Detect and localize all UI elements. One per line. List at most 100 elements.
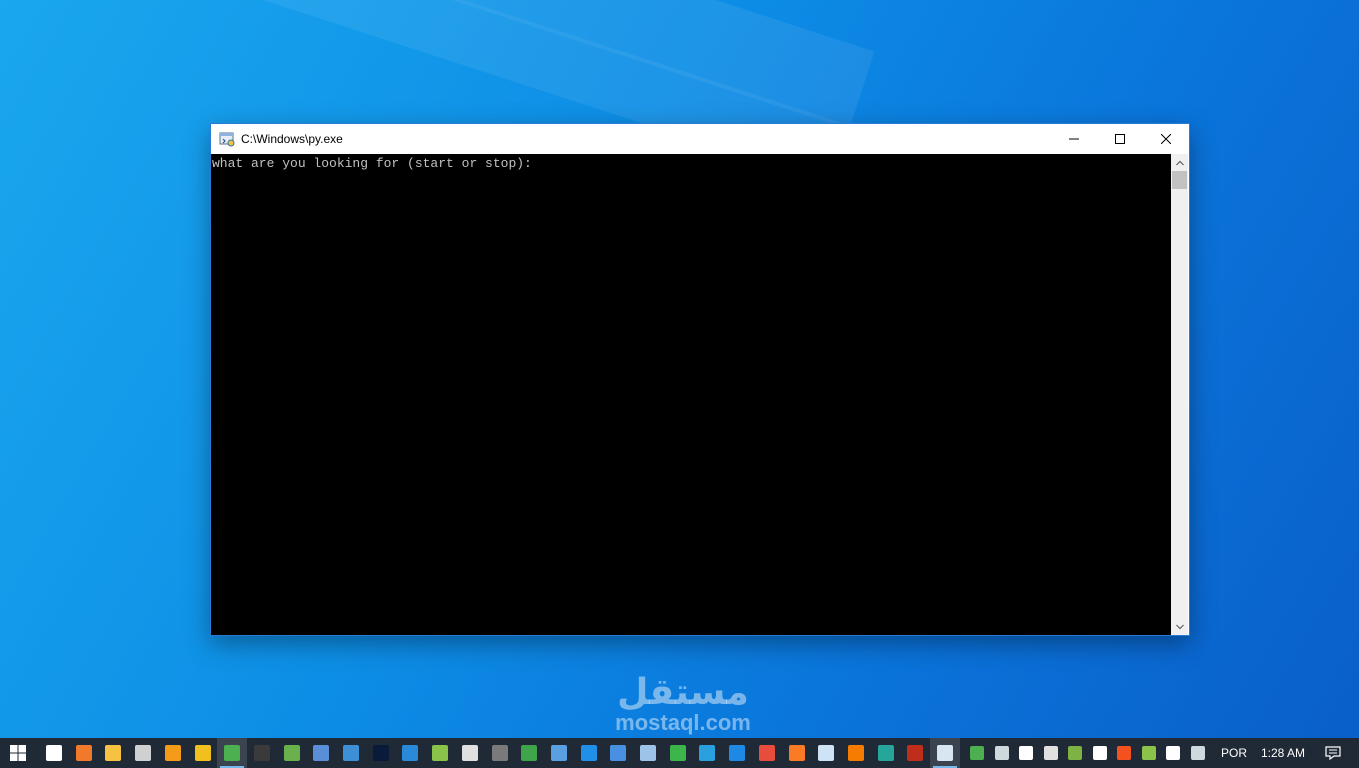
app-green-tray-tray-button[interactable] xyxy=(1064,738,1086,768)
taskbar-network-button[interactable] xyxy=(633,738,663,768)
remote-desktop-icon xyxy=(283,745,300,761)
taskbar-app-blue-button[interactable] xyxy=(336,738,366,768)
wireshark-icon xyxy=(729,745,746,761)
taskbar-sublime-text-button[interactable] xyxy=(158,738,188,768)
taskbar-camtasia-button[interactable] xyxy=(663,738,693,768)
app-tray-tray-button[interactable] xyxy=(1040,738,1062,768)
app-lime-tray-icon xyxy=(1141,746,1156,760)
scrollbar-thumb[interactable] xyxy=(1172,171,1187,189)
volume-tray-button[interactable] xyxy=(1015,738,1037,768)
taskbar-app-orange-button[interactable] xyxy=(69,738,99,768)
battery-icon xyxy=(1092,746,1107,760)
battery-tray-button[interactable] xyxy=(1089,738,1111,768)
close-button[interactable] xyxy=(1143,124,1189,154)
taskbar-app-green-button[interactable] xyxy=(425,738,455,768)
app-red-tray-icon xyxy=(1117,746,1131,760)
taskbar-app-spark-button[interactable] xyxy=(871,738,901,768)
taskbar-app-tool-button[interactable] xyxy=(455,738,485,768)
taskbar-wireshark-button[interactable] xyxy=(722,738,752,768)
app-blue-icon xyxy=(343,745,359,761)
python-console-app-icon xyxy=(219,132,235,147)
window-titlebar[interactable]: C:\Windows\py.exe xyxy=(211,124,1189,154)
taskbar-teamviewer-button[interactable] xyxy=(574,738,604,768)
task-view-icon xyxy=(46,745,62,761)
taskbar-app-ring-button[interactable] xyxy=(841,738,871,768)
console-window[interactable]: C:\Windows\py.exe what are you looking f… xyxy=(210,123,1190,636)
wifi-icon xyxy=(1166,746,1180,760)
teamviewer-icon xyxy=(580,745,597,761)
taskbar-app-yellow-button[interactable] xyxy=(188,738,218,768)
window-title: C:\Windows\py.exe xyxy=(241,132,343,146)
taskbar-app-windows-button[interactable] xyxy=(752,738,782,768)
volume-icon xyxy=(1019,746,1033,760)
taskbar: POR 1:28 AM xyxy=(0,738,1359,768)
chevron-down-icon xyxy=(1175,624,1184,629)
taskbar-app-link-button[interactable] xyxy=(306,738,336,768)
taskbar-remote-desktop-button[interactable] xyxy=(277,738,307,768)
watermark-latin: mostaql.com xyxy=(615,710,751,735)
app-green-tray-icon xyxy=(1068,746,1082,760)
start-button[interactable] xyxy=(3,738,33,768)
app-yellow-icon xyxy=(194,745,211,761)
file-explorer-icon xyxy=(105,745,122,761)
app-gray-icon xyxy=(135,745,152,761)
app-windows-icon xyxy=(758,745,775,761)
maximize-button[interactable] xyxy=(1097,124,1143,154)
taskbar-virtualbox-button[interactable] xyxy=(544,738,574,768)
notepad-icon xyxy=(818,745,835,761)
taskbar-xampp-button[interactable] xyxy=(782,738,812,768)
windows-logo-icon xyxy=(10,745,26,761)
taskbar-photoshop-button[interactable] xyxy=(366,738,396,768)
taskbar-task-view-button[interactable] xyxy=(39,738,69,768)
watermark-arabic: مستقل xyxy=(617,671,749,712)
scroll-up-button[interactable] xyxy=(1171,154,1188,171)
minimize-icon xyxy=(1069,138,1079,140)
taskbar-notepad-button[interactable] xyxy=(811,738,841,768)
app-link-icon xyxy=(313,745,330,761)
app-blue2-icon xyxy=(610,745,627,761)
python-console-icon xyxy=(937,745,953,761)
network-monitor-icon xyxy=(994,746,1009,760)
action-center-button[interactable] xyxy=(1318,738,1348,768)
taskbar-clock[interactable]: 1:28 AM xyxy=(1254,738,1312,768)
display-tray-button[interactable] xyxy=(1187,738,1209,768)
photoshop-icon xyxy=(372,745,389,761)
telegram-icon xyxy=(699,745,716,761)
app-spark-icon xyxy=(877,745,894,761)
taskbar-vscode-button[interactable] xyxy=(395,738,425,768)
taskbar-command-prompt-button[interactable] xyxy=(247,738,277,768)
app-tool-icon xyxy=(461,745,478,761)
taskbar-file-explorer-button[interactable] xyxy=(98,738,128,768)
watermark: مستقل mostaql.com xyxy=(598,672,768,734)
virtualbox-icon xyxy=(550,745,567,761)
chrome-tray-tray-button[interactable] xyxy=(966,738,988,768)
taskbar-telegram-button[interactable] xyxy=(692,738,722,768)
app-lime-tray-tray-button[interactable] xyxy=(1138,738,1160,768)
taskbar-python-console-button[interactable] xyxy=(930,738,960,768)
network-icon xyxy=(640,745,656,761)
app-tray-icon xyxy=(1043,746,1058,760)
taskbar-app-blue2-button[interactable] xyxy=(603,738,633,768)
edge-icon xyxy=(521,745,538,761)
close-icon xyxy=(1161,134,1171,144)
app-red-tray-tray-button[interactable] xyxy=(1113,738,1135,768)
app-orange-icon xyxy=(75,745,92,761)
taskbar-kali-button[interactable] xyxy=(485,738,515,768)
filezilla-icon xyxy=(907,745,924,761)
scroll-down-button[interactable] xyxy=(1171,618,1188,635)
input-language-indicator[interactable]: POR xyxy=(1218,738,1250,768)
network-monitor-tray-button[interactable] xyxy=(991,738,1013,768)
kali-icon xyxy=(491,745,508,761)
chrome-icon xyxy=(224,745,241,761)
camtasia-icon xyxy=(669,745,686,761)
vertical-scrollbar[interactable] xyxy=(1171,154,1188,635)
taskbar-chrome-button[interactable] xyxy=(217,738,248,768)
console-output[interactable]: what are you looking for (start or stop)… xyxy=(211,154,1171,635)
chrome-tray-icon xyxy=(970,746,984,760)
taskbar-app-gray-button[interactable] xyxy=(128,738,158,768)
taskbar-edge-button[interactable] xyxy=(514,738,544,768)
minimize-button[interactable] xyxy=(1051,124,1097,154)
taskbar-filezilla-button[interactable] xyxy=(900,738,930,768)
xampp-icon xyxy=(788,745,805,761)
wifi-tray-button[interactable] xyxy=(1162,738,1184,768)
